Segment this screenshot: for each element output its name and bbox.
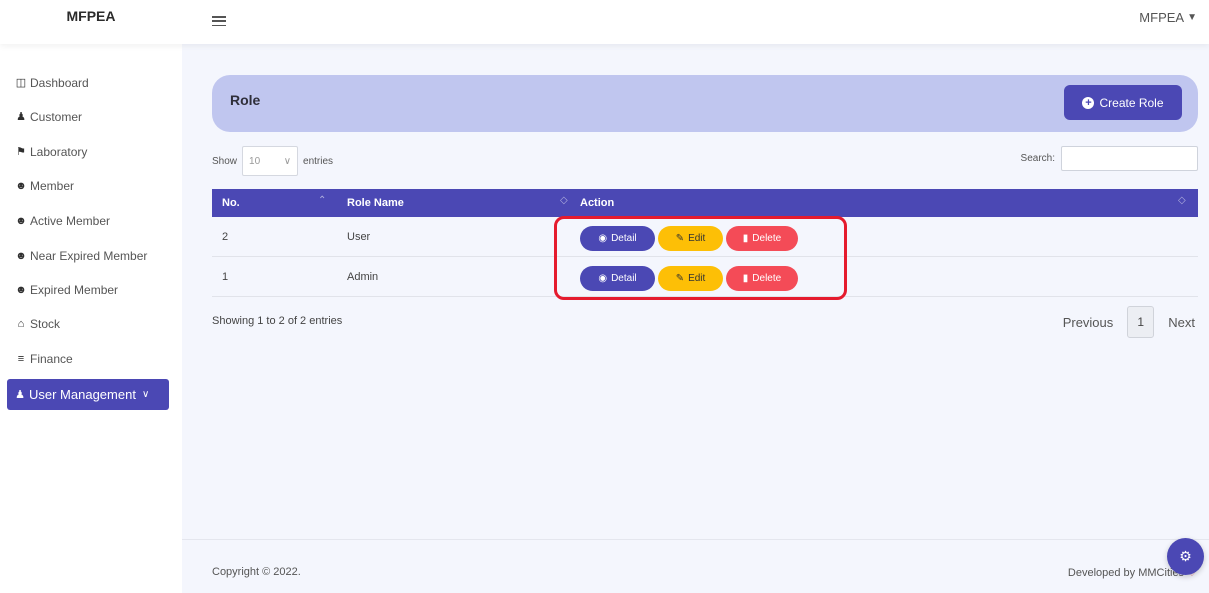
cell-role-name: Admin: [347, 271, 379, 283]
delete-button[interactable]: ▮ Delete: [726, 226, 798, 251]
edit-label: Edit: [688, 233, 706, 244]
next-page-button[interactable]: Next: [1168, 315, 1195, 330]
column-header-role-name[interactable]: Role Name: [347, 197, 404, 209]
trash-icon: ▮: [742, 233, 749, 244]
sidebar-item-member[interactable]: ☻ Member: [15, 179, 74, 193]
create-role-button[interactable]: + Create Role: [1064, 85, 1182, 120]
cell-no: 2: [222, 231, 229, 243]
page-title: Role: [230, 92, 261, 108]
copyright-text: Copyright © 2022.: [212, 566, 301, 578]
sidebar-item-label: Expired Member: [30, 283, 119, 297]
gear-icon: ⚙: [1179, 548, 1192, 564]
column-header-action: Action: [580, 197, 615, 209]
sidebar-item-laboratory[interactable]: ⚑ Laboratory: [15, 145, 87, 159]
sidebar-item-label: Finance: [30, 352, 73, 366]
sidebar-item-finance[interactable]: ≡ Finance: [15, 352, 73, 366]
sidebar-item-dashboard[interactable]: ◫ Dashboard: [15, 76, 89, 90]
roles-table: No. ⌃ Role Name ◇ Action ◇ 2 User ◉ Deta…: [212, 189, 1198, 297]
developer-credit-text: Developed by MMCities: [1067, 567, 1185, 579]
money-icon: ≡: [17, 353, 25, 365]
sort-up-icon: ⌃: [318, 195, 327, 206]
sidebar-item-label: Dashboard: [30, 76, 89, 90]
edit-button[interactable]: ✎ Edit: [658, 226, 723, 251]
users-icon: ☻: [15, 284, 27, 296]
page-button-1[interactable]: 1: [1127, 306, 1155, 338]
search-input[interactable]: [1061, 146, 1198, 171]
top-bar: MFPEA MFPEA ▼: [0, 0, 1209, 44]
user-menu[interactable]: MFPEA ▼: [1139, 10, 1197, 25]
detail-button[interactable]: ◉ Detail: [580, 226, 655, 251]
warehouse-icon: ⌂: [17, 318, 25, 330]
table-row: 1 Admin ◉ Detail ✎ Edit ▮ Delete: [212, 257, 1198, 297]
edit-icon: ✎: [675, 233, 685, 244]
users-icon: ☻: [15, 250, 27, 262]
user-cog-icon: ♟: [15, 388, 25, 401]
search-label: Search:: [1020, 153, 1055, 164]
cell-role-name: User: [347, 231, 371, 243]
entries-length-control: Show 10 ∨ entries: [212, 146, 333, 176]
delete-button[interactable]: ▮ Delete: [726, 266, 798, 291]
sidebar: ◫ Dashboard ♟ Customer ⚑ Laboratory ☻ Me…: [0, 44, 182, 593]
sidebar-item-expired-member[interactable]: ☻ Expired Member: [15, 283, 118, 297]
users-icon: ☻: [15, 215, 27, 227]
sidebar-item-label: Laboratory: [30, 145, 88, 159]
page-header: Role + Create Role: [212, 75, 1198, 132]
sidebar-item-customer[interactable]: ♟ Customer: [15, 110, 82, 124]
settings-gear-button[interactable]: ⚙: [1167, 538, 1204, 575]
table-header: No. ⌃ Role Name ◇ Action ◇: [212, 189, 1198, 217]
detail-label: Detail: [611, 273, 637, 284]
flask-icon: ⚑: [16, 146, 26, 158]
edit-button[interactable]: ✎ Edit: [658, 266, 723, 291]
sort-icon: ◇: [560, 195, 568, 206]
detail-label: Detail: [611, 233, 637, 244]
users-icon: ☻: [15, 180, 27, 192]
detail-button[interactable]: ◉ Detail: [580, 266, 655, 291]
plus-circle-icon: +: [1082, 96, 1095, 109]
chevron-down-icon: ∨: [283, 155, 292, 167]
main-content: Role + Create Role Show 10 ∨ entries Sea…: [182, 44, 1209, 593]
delete-label: Delete: [752, 273, 782, 284]
sidebar-item-active-member[interactable]: ☻ Active Member: [15, 214, 110, 228]
entries-select-value: 10: [249, 155, 261, 167]
user-menu-label: MFPEA: [1139, 10, 1185, 25]
edit-icon: ✎: [675, 273, 685, 284]
eye-icon: ◉: [598, 273, 608, 284]
sidebar-item-label: Active Member: [30, 214, 111, 228]
user-icon: ♟: [16, 111, 26, 123]
sort-icon: ◇: [1178, 195, 1186, 206]
brand-logo[interactable]: MFPEA: [0, 0, 182, 44]
edit-label: Edit: [688, 273, 706, 284]
eye-icon: ◉: [598, 233, 608, 244]
create-role-label: Create Role: [1099, 95, 1164, 110]
column-header-no[interactable]: No.: [222, 197, 240, 209]
hamburger-menu-icon[interactable]: [212, 14, 226, 28]
entries-label: entries: [303, 155, 334, 167]
row-actions: ◉ Detail ✎ Edit ▮ Delete: [580, 226, 798, 251]
dashboard-icon: ◫: [15, 77, 27, 89]
sidebar-item-near-expired-member[interactable]: ☻ Near Expired Member: [15, 249, 147, 263]
table-row: 2 User ◉ Detail ✎ Edit ▮ Delete: [212, 217, 1198, 257]
delete-label: Delete: [752, 233, 782, 244]
entries-select[interactable]: 10 ∨: [242, 146, 299, 176]
sidebar-item-label: Stock: [30, 317, 61, 331]
chevron-down-icon: ▼: [1187, 12, 1197, 23]
sidebar-item-stock[interactable]: ⌂ Stock: [15, 317, 60, 331]
sidebar-item-user-management[interactable]: ♟ User Management ∨: [7, 379, 169, 410]
sidebar-item-label: Customer: [30, 110, 83, 124]
chevron-down-icon: ∨: [141, 389, 150, 400]
footer: Copyright © 2022. Developed by MMCities …: [182, 539, 1209, 593]
table-info: Showing 1 to 2 of 2 entries: [212, 315, 343, 327]
show-label: Show: [212, 155, 238, 167]
sidebar-item-label: Member: [30, 179, 75, 193]
cell-no: 1: [222, 271, 229, 283]
row-actions: ◉ Detail ✎ Edit ▮ Delete: [580, 266, 798, 291]
previous-page-button[interactable]: Previous: [1063, 315, 1114, 330]
sidebar-item-label: Near Expired Member: [30, 249, 148, 263]
search-control: Search:: [1021, 146, 1198, 171]
pagination: Previous 1 Next: [1063, 306, 1195, 338]
sidebar-item-label: User Management: [29, 387, 136, 402]
trash-icon: ▮: [742, 273, 749, 284]
